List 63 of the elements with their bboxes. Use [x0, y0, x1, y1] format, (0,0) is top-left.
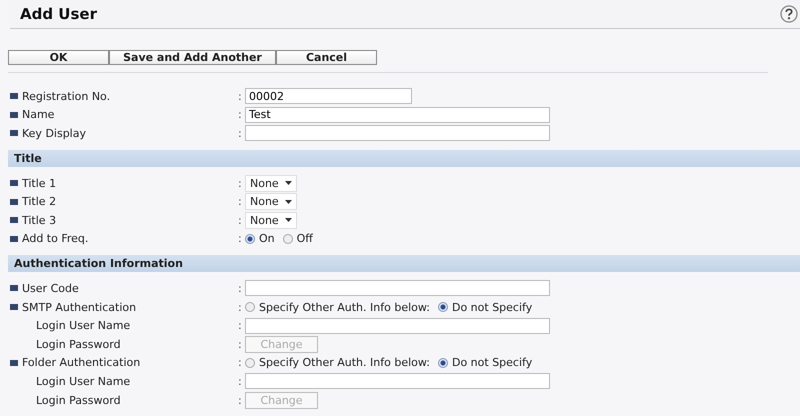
dropdown[interactable]: None	[245, 212, 297, 229]
colon-separator: :	[238, 282, 243, 295]
bullet-icon	[10, 217, 18, 224]
colon-separator: :	[238, 232, 243, 246]
colon-separator: :	[238, 394, 243, 407]
radio-option[interactable]: Specify Other Auth. Info below:	[245, 300, 430, 314]
colon-separator: :	[238, 90, 243, 103]
field-label: Registration No.	[22, 90, 110, 103]
colon-separator: :	[238, 214, 243, 227]
field-label: Folder Authentication	[22, 356, 140, 370]
input-field[interactable]	[245, 373, 550, 390]
radio-option[interactable]: Do not Specify	[438, 300, 532, 314]
bullet-icon	[10, 93, 18, 100]
input-field[interactable]	[245, 280, 550, 296]
bullet-icon	[10, 180, 18, 186]
action-button[interactable]: Save and Add Another	[109, 50, 276, 65]
radio-option[interactable]: Specify Other Auth. Info below:	[245, 356, 430, 370]
caret-icon	[284, 218, 292, 222]
colon-separator: :	[238, 108, 243, 122]
action-button[interactable]: OK	[8, 50, 109, 65]
bullet-icon	[10, 360, 18, 366]
section-header: Title	[8, 150, 800, 167]
action-button[interactable]: Cancel	[276, 50, 377, 65]
input-field[interactable]	[245, 318, 550, 334]
radio-option[interactable]: Off	[282, 232, 313, 246]
colon-separator: :	[238, 300, 243, 314]
dropdown[interactable]: None	[245, 174, 297, 192]
field-label: Login Password	[35, 338, 121, 351]
radio-option[interactable]: On	[245, 232, 275, 246]
radio-option[interactable]: Do not Specify	[438, 356, 532, 370]
caret-icon	[284, 181, 292, 186]
caret-icon	[284, 200, 292, 204]
bullet-icon	[10, 285, 18, 292]
field-label: Title 3	[22, 214, 56, 227]
bullet-icon	[10, 130, 18, 136]
input-field[interactable]	[245, 125, 550, 142]
field-label: Name	[22, 108, 54, 122]
dropdown[interactable]: None	[245, 193, 297, 210]
bullet-icon	[10, 236, 18, 242]
colon-separator: :	[238, 374, 243, 388]
field-label: Login Password	[35, 394, 121, 407]
colon-separator: :	[238, 338, 243, 351]
field-label: Key Display	[22, 126, 86, 140]
bullet-icon	[10, 112, 18, 118]
help-icon[interactable]	[780, 5, 798, 23]
bullet-icon	[10, 304, 18, 310]
input-field[interactable]: Test	[245, 106, 550, 123]
input-field[interactable]: 00002	[245, 88, 412, 104]
colon-separator: :	[238, 126, 243, 140]
field-label: Title 2	[22, 195, 56, 208]
colon-separator: :	[238, 356, 243, 370]
field-label: SMTP Authentication	[22, 300, 136, 314]
colon-separator: :	[238, 195, 243, 208]
field-label: Login User Name	[35, 374, 130, 388]
bullet-icon	[10, 198, 18, 205]
colon-separator: :	[238, 176, 243, 190]
section-header: Authentication Information	[8, 255, 800, 272]
field-label: Login User Name	[35, 319, 130, 332]
field-label: User Code	[22, 282, 79, 295]
field-label: Add to Freq.	[22, 232, 88, 246]
page-title: Add User	[20, 5, 97, 23]
colon-separator: :	[238, 319, 243, 332]
field-label: Title 1	[22, 176, 56, 190]
